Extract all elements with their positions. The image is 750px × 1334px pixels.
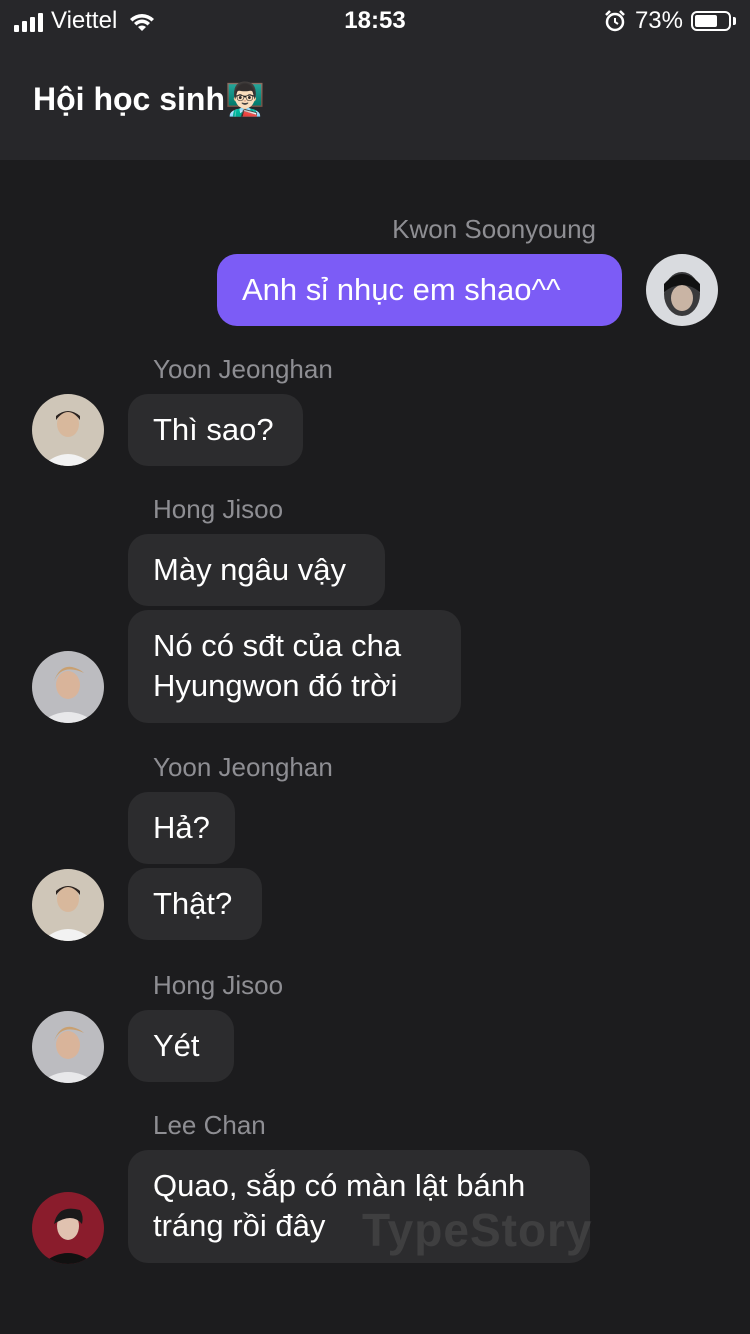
message-text: Anh sỉ nhục em shao^^ bbox=[242, 272, 561, 307]
sender-name: Hong Jisoo bbox=[153, 494, 284, 524]
message-text: Yét bbox=[153, 1028, 200, 1063]
sender-name: Kwon Soonyoung bbox=[392, 214, 596, 244]
avatar-yoon-image bbox=[32, 394, 104, 466]
message-bubble-outgoing[interactable]: Anh sỉ nhục em shao^^ bbox=[217, 254, 622, 326]
message-text: Thật? bbox=[153, 886, 233, 921]
avatar-hong-image bbox=[32, 1011, 104, 1083]
avatar[interactable] bbox=[32, 1011, 104, 1083]
watermark-text: TypeStory bbox=[362, 1204, 593, 1256]
avatar[interactable] bbox=[32, 394, 104, 466]
message-text-line: tráng rồi đây bbox=[153, 1208, 326, 1243]
avatar-hong-image bbox=[32, 651, 104, 723]
alarm-icon bbox=[605, 10, 625, 32]
message-bubble[interactable]: Thì sao? bbox=[128, 394, 303, 466]
battery-tip bbox=[733, 17, 736, 25]
message-text-line: Nó có sđt của cha bbox=[153, 628, 402, 663]
sender-name: Lee Chan bbox=[153, 1110, 266, 1140]
status-right: 73% bbox=[603, 7, 736, 35]
avatar[interactable] bbox=[32, 1192, 104, 1264]
sender-name: Yoon Jeonghan bbox=[153, 354, 333, 384]
message-text: Hả? bbox=[153, 810, 210, 845]
message-bubble[interactable]: Mày ngâu vậy bbox=[128, 534, 385, 606]
avatar-kwon-image bbox=[646, 254, 718, 326]
avatar[interactable] bbox=[646, 254, 718, 326]
avatar-yoon-image bbox=[32, 869, 104, 941]
chat-title: Hội học sinh👨🏻‍🏫 bbox=[33, 81, 265, 117]
message-bubble[interactable]: Nó có sđt của cha Hyungwon đó trời bbox=[128, 610, 461, 723]
sender-name: Hong Jisoo bbox=[153, 970, 284, 1000]
message-bubble[interactable]: Thật? bbox=[128, 868, 262, 940]
status-bar: Viettel 18:53 73% bbox=[0, 0, 750, 40]
avatar[interactable] bbox=[32, 869, 104, 941]
battery-fill bbox=[695, 15, 718, 27]
avatar[interactable] bbox=[32, 651, 104, 723]
avatar-lee-image bbox=[32, 1192, 104, 1264]
message-text-line: Hyungwon đó trời bbox=[153, 668, 398, 703]
battery-percent: 73% bbox=[634, 7, 683, 34]
message-bubble[interactable]: Yét bbox=[128, 1010, 234, 1082]
chat-header: Hội học sinh👨🏻‍🏫 bbox=[0, 40, 750, 160]
sender-name: Yoon Jeonghan bbox=[153, 752, 333, 782]
battery-icon bbox=[691, 11, 731, 31]
message-text-line: Quao, sắp có màn lật bánh bbox=[153, 1168, 526, 1203]
message-bubble[interactable]: Hả? bbox=[128, 792, 235, 864]
message-text: Mày ngâu vậy bbox=[153, 552, 346, 587]
message-text: Thì sao? bbox=[153, 412, 274, 447]
